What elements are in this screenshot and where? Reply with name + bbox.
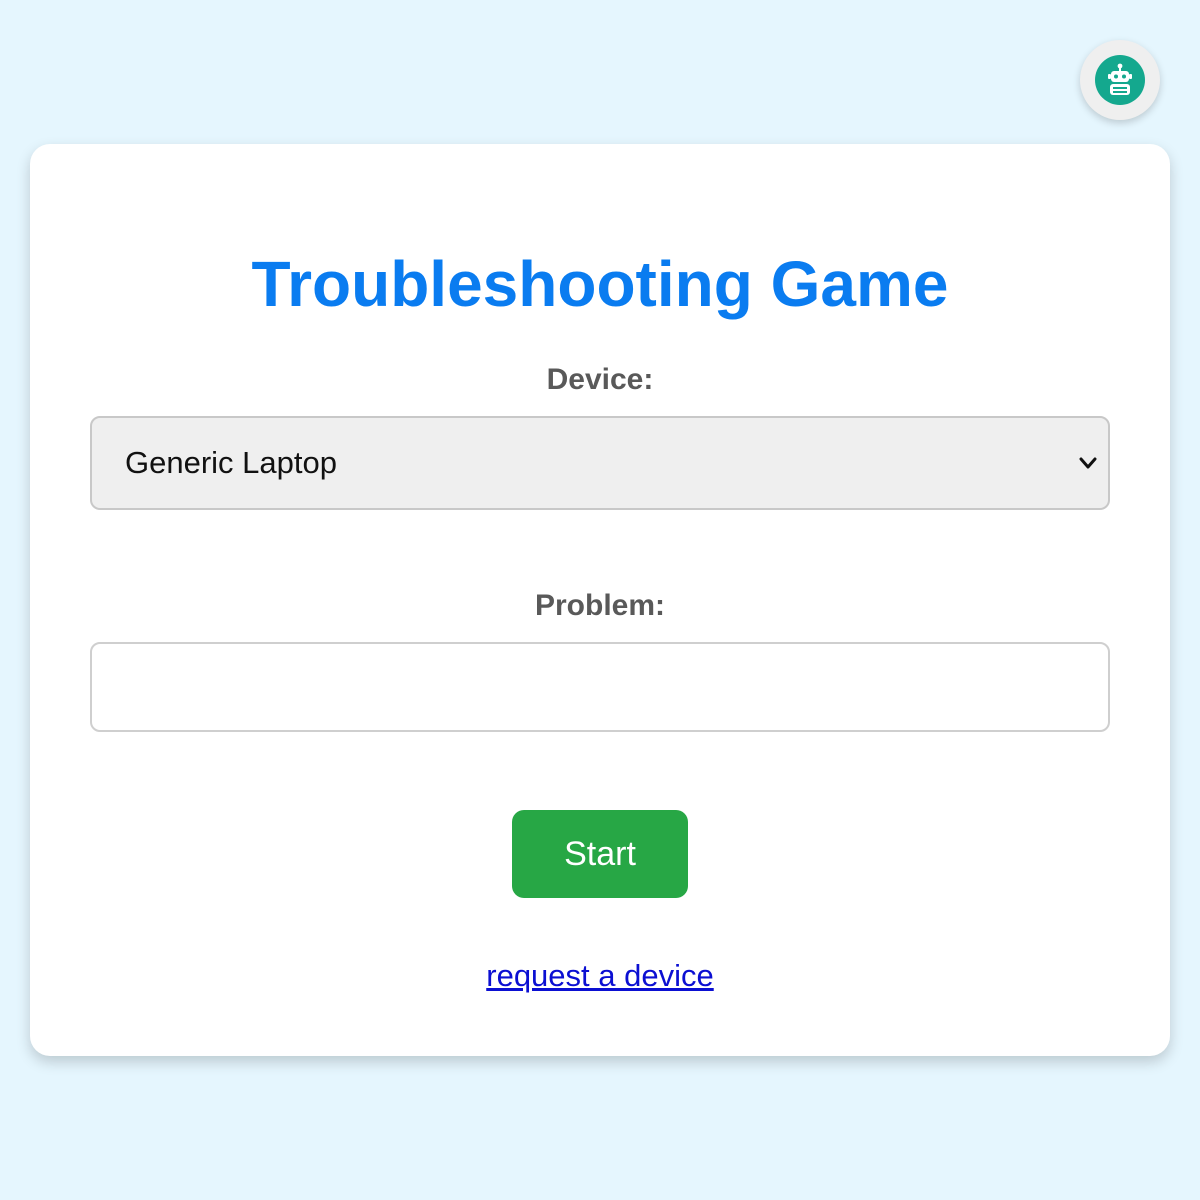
start-button[interactable]: Start — [512, 810, 688, 898]
assistant-button[interactable] — [1080, 40, 1160, 120]
request-link-container: request a device — [30, 956, 1170, 996]
device-select-value: Generic Laptop — [125, 445, 337, 480]
device-select[interactable]: Generic Laptop — [90, 416, 1110, 510]
problem-input[interactable] — [90, 642, 1110, 732]
robot-icon — [1108, 63, 1132, 95]
troubleshooting-card: Troubleshooting Game Device: Generic Lap… — [30, 144, 1170, 1056]
device-label: Device: — [546, 363, 654, 396]
request-device-link[interactable]: request a device — [486, 958, 713, 993]
page-title: Troubleshooting Game — [251, 248, 949, 320]
problem-label: Problem: — [534, 589, 666, 622]
chevron-down-icon — [1079, 457, 1097, 469]
assistant-avatar — [1095, 55, 1145, 105]
